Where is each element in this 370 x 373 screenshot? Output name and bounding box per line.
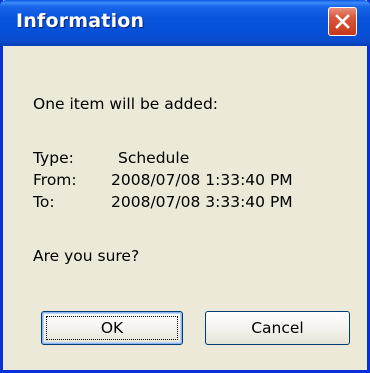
to-value: 2008/07/08 3:33:40 PM bbox=[111, 193, 293, 211]
type-label: Type: bbox=[33, 149, 74, 167]
cancel-button-label: Cancel bbox=[251, 319, 304, 337]
close-icon bbox=[334, 13, 351, 30]
close-button[interactable] bbox=[328, 7, 357, 36]
to-label: To: bbox=[33, 193, 55, 211]
ok-button[interactable]: OK bbox=[41, 311, 183, 345]
from-label: From: bbox=[33, 171, 77, 189]
type-value: Schedule bbox=[118, 149, 190, 167]
window-title: Information bbox=[16, 10, 145, 32]
message-intro: One item will be added: bbox=[33, 95, 219, 113]
title-bar[interactable]: Information bbox=[0, 0, 370, 46]
cancel-button[interactable]: Cancel bbox=[205, 311, 350, 345]
focus-ring bbox=[46, 316, 178, 340]
from-value: 2008/07/08 1:33:40 PM bbox=[111, 171, 293, 189]
information-dialog: Information One item will be added: Type… bbox=[0, 0, 370, 373]
confirm-question: Are you sure? bbox=[33, 247, 140, 265]
